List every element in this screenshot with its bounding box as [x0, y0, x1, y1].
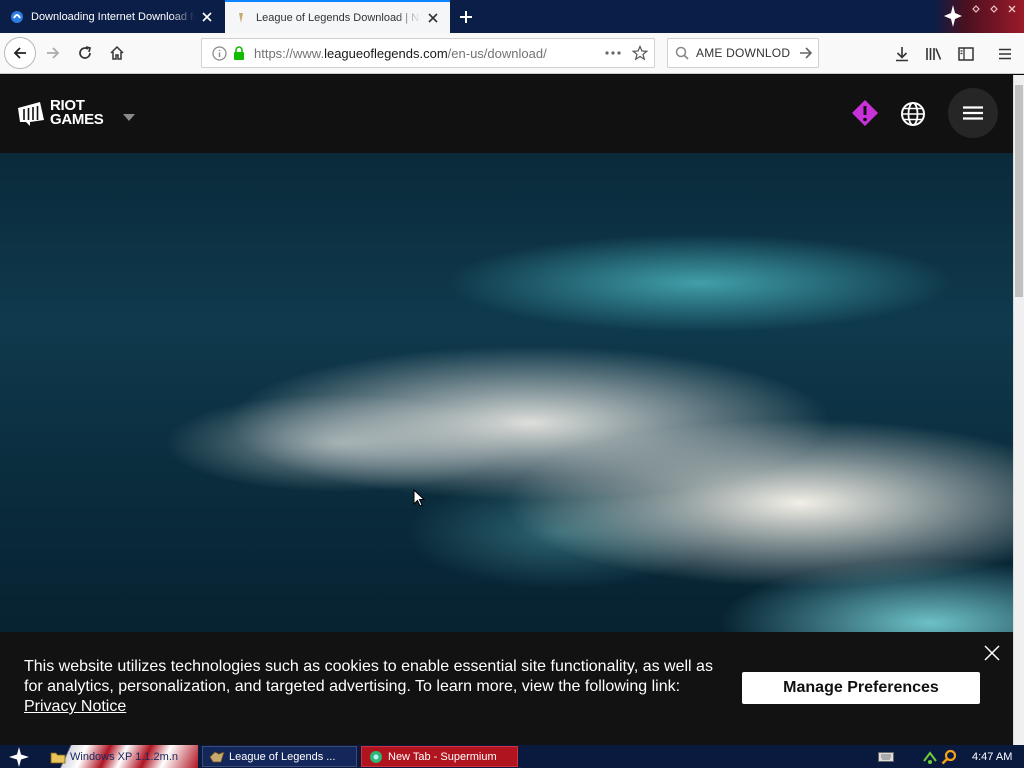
- riot-games-logo[interactable]: RIOT GAMES: [16, 98, 104, 128]
- home-icon: [110, 45, 124, 60]
- search-bar[interactable]: AME DOWNLOD: [667, 38, 819, 68]
- url-path: /en-us/download/: [447, 45, 547, 61]
- tab-downloading-idm[interactable]: Downloading Internet Download M: [0, 0, 224, 33]
- site-menu-button[interactable]: [948, 88, 998, 138]
- info-icon[interactable]: [208, 45, 230, 61]
- keyboard-icon[interactable]: [874, 752, 898, 762]
- url-prefix: https://www.: [254, 45, 325, 61]
- tab-title: League of Legends Download | Na: [256, 11, 421, 24]
- home-button[interactable]: [102, 38, 132, 68]
- forward-button[interactable]: [38, 38, 68, 68]
- forward-arrow-icon: [47, 47, 60, 59]
- search-icon: [668, 46, 696, 60]
- address-bar[interactable]: https://www.leagueoflegends.com/en-us/do…: [201, 38, 655, 68]
- reload-button[interactable]: [70, 38, 100, 68]
- taskbar-item-explorer[interactable]: Windows XP 1.1.2m.n: [44, 746, 198, 767]
- cookie-message: This website utilizes technologies such …: [24, 657, 724, 717]
- new-tab-button[interactable]: [452, 3, 480, 31]
- logo-line2: GAMES: [50, 111, 104, 128]
- star-decoration-icon: [944, 5, 962, 32]
- back-arrow-icon: [13, 47, 26, 59]
- riot-favicon: [234, 10, 250, 26]
- url-text: https://www.leagueoflegends.com/en-us/do…: [254, 46, 600, 61]
- taskbar-item-label: Windows XP 1.1.2m.n: [70, 750, 179, 763]
- riot-header: RIOT GAMES: [0, 75, 1013, 153]
- tab-strip: Downloading Internet Download M League o…: [0, 0, 1024, 33]
- cookie-banner: This website utilizes technologies such …: [0, 632, 1013, 745]
- search-icon[interactable]: [940, 749, 958, 765]
- chevron-down-icon[interactable]: [123, 109, 135, 127]
- library-icon: [926, 48, 942, 60]
- mouse-cursor-icon: [413, 488, 426, 512]
- taskbar-item-label: New Tab - Supermium: [388, 750, 497, 763]
- web-page: RIOT GAMES This website utilizes technol…: [0, 75, 1013, 745]
- tab-league-download[interactable]: League of Legends Download | Na: [225, 0, 450, 33]
- tab-title: Downloading Internet Download M: [31, 10, 195, 23]
- close-window-button[interactable]: [1006, 3, 1018, 15]
- taskbar: Windows XP 1.1.2m.n League of Legends ..…: [0, 745, 1024, 768]
- globe-icon[interactable]: [900, 101, 926, 132]
- reload-icon: [79, 46, 92, 59]
- page-actions-icon[interactable]: [600, 51, 626, 55]
- minimize-button[interactable]: [970, 3, 982, 15]
- taskbar-item-league[interactable]: League of Legends ...: [202, 746, 357, 767]
- scrollbar-thumb[interactable]: [1015, 85, 1023, 297]
- vertical-scrollbar[interactable]: [1013, 75, 1024, 745]
- close-tab-icon[interactable]: [421, 6, 445, 30]
- hamburger-icon: [963, 106, 983, 120]
- cookie-text: This website utilizes technologies such …: [24, 658, 713, 695]
- window-controls: [970, 3, 1018, 15]
- riot-fist-icon: [18, 102, 44, 126]
- network-icon[interactable]: [920, 749, 940, 765]
- app-icon: [209, 749, 225, 765]
- supermium-icon: [368, 749, 384, 765]
- hero-image: [0, 153, 1013, 633]
- bookmark-star-icon[interactable]: [626, 45, 654, 61]
- close-tab-icon[interactable]: [195, 5, 219, 29]
- star-icon: [9, 747, 29, 767]
- close-icon[interactable]: [983, 644, 1001, 662]
- maximize-button[interactable]: [988, 3, 1000, 15]
- url-domain: leagueoflegends.com: [324, 45, 448, 61]
- logo-wordmark: RIOT GAMES: [50, 98, 104, 128]
- idm-icon: [9, 9, 25, 25]
- folder-icon: [50, 749, 66, 765]
- privacy-notice-link[interactable]: Privacy Notice: [24, 697, 126, 717]
- navigation-toolbar: https://www.leagueoflegends.com/en-us/do…: [0, 33, 1024, 74]
- search-text: AME DOWNLOD: [696, 46, 791, 60]
- taskbar-clock: 4:47 AM: [972, 751, 1013, 763]
- download-icon: [896, 47, 908, 62]
- search-go-icon[interactable]: [794, 47, 818, 59]
- taskbar-item-supermium[interactable]: New Tab - Supermium: [361, 746, 518, 767]
- alert-icon[interactable]: [851, 99, 879, 132]
- taskbar-item-label: League of Legends ...: [229, 750, 336, 763]
- back-button[interactable]: [4, 37, 36, 69]
- lock-icon[interactable]: [230, 46, 248, 60]
- menu-button[interactable]: [993, 42, 1017, 66]
- sidebar-icon: [958, 47, 974, 61]
- downloads-button[interactable]: [890, 42, 914, 66]
- plus-icon: [460, 11, 472, 23]
- start-button[interactable]: [4, 747, 34, 767]
- hamburger-icon: [999, 48, 1011, 60]
- system-tray: 4:47 AM: [874, 747, 1024, 767]
- sidebar-button[interactable]: [954, 42, 978, 66]
- library-button[interactable]: [922, 42, 946, 66]
- manage-preferences-button[interactable]: Manage Preferences: [742, 672, 980, 704]
